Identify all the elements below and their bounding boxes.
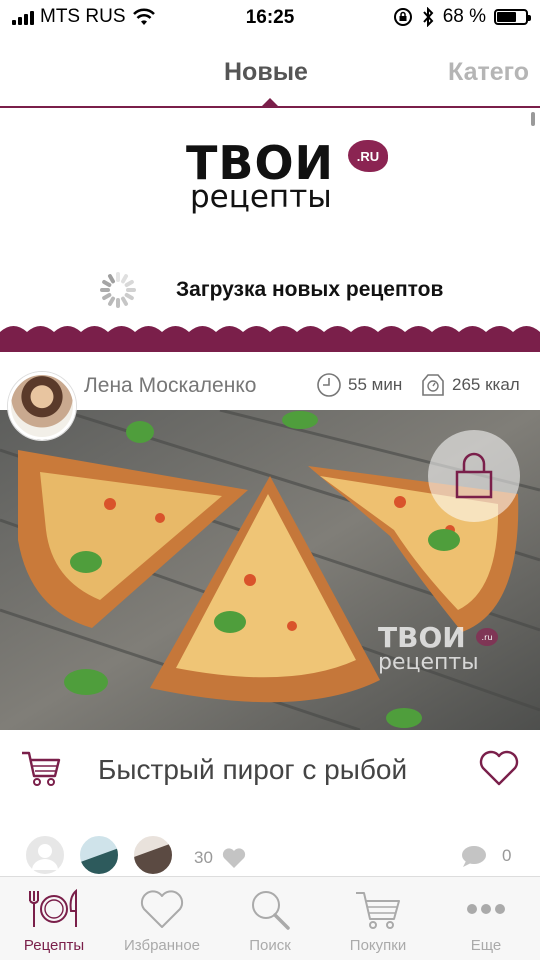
lock-icon (455, 452, 493, 499)
cart-icon (22, 751, 61, 786)
nav-search[interactable]: Поиск (216, 877, 324, 960)
cook-time-value: 55 мин (348, 375, 403, 394)
calories: 265 ккал (420, 372, 520, 398)
user-placeholder-icon (32, 844, 58, 870)
scale-icon (422, 374, 444, 396)
likes-count: 30 (194, 848, 213, 867)
lock-button[interactable] (428, 430, 520, 522)
calories-value: 265 ккал (452, 375, 520, 394)
watermark-badge: .ru (476, 628, 498, 646)
orientation-lock-icon (393, 8, 412, 26)
nav-label: Покупки (349, 937, 407, 954)
like-heart-icon (222, 848, 246, 868)
battery-percent: 68 % (442, 6, 486, 27)
author-name[interactable]: Лена Москаленко (84, 374, 256, 398)
tab-indicator (260, 98, 280, 108)
heart-icon (140, 890, 184, 928)
logo-sub-text: рецепты (190, 179, 332, 215)
loading-text: Загрузка новых рецептов (176, 278, 444, 301)
nav-recipes[interactable]: Рецепты (0, 877, 108, 960)
liker-avatar[interactable] (132, 834, 174, 876)
comments[interactable]: 0 (460, 844, 511, 868)
recipe-title-row: Быстрый пирог с рыбой (0, 730, 540, 814)
tab-new[interactable]: Новые (224, 58, 308, 87)
liker-avatar[interactable] (78, 834, 120, 876)
status-bar: MTS RUS 16:25 68 % (0, 0, 540, 36)
watermark-sub: рецепты (378, 650, 479, 675)
status-right: 68 % (393, 6, 531, 28)
liker-avatar[interactable] (24, 834, 66, 876)
site-logo: ТВОИ рецепты .RU (186, 140, 396, 230)
recipe-author-row: Лена Москаленко 55 мин 265 ккал (0, 352, 540, 440)
bluetooth-icon (422, 7, 434, 27)
social-row: 30 0 (0, 830, 540, 876)
nav-label: Еще (470, 937, 502, 954)
likes[interactable]: 30 (194, 846, 247, 870)
favorite-button[interactable] (478, 748, 520, 793)
loading-indicator: Загрузка новых рецептов (100, 272, 443, 308)
nav-favorites[interactable]: Избранное (108, 877, 216, 960)
nav-label: Рецепты (23, 937, 85, 954)
nav-label: Поиск (249, 937, 291, 954)
wave-divider (0, 326, 540, 352)
nav-label: Избранное (123, 937, 201, 954)
spinner-icon (100, 272, 136, 308)
more-dots-icon (467, 904, 505, 914)
tab-categories[interactable]: Катего (448, 58, 529, 87)
heart-icon (479, 750, 519, 786)
author-avatar[interactable] (8, 372, 76, 440)
watermark-main: ТВОИ (378, 621, 466, 654)
nav-shopping[interactable]: Покупки (324, 877, 432, 960)
battery-icon (494, 9, 531, 25)
recipe-title[interactable]: Быстрый пирог с рыбой (98, 754, 407, 786)
cook-time: 55 мин (316, 372, 402, 398)
bottom-nav: Рецепты Избранное Поиск Покупки Еще (0, 876, 540, 960)
search-icon (252, 891, 290, 930)
comments-count: 0 (502, 846, 512, 865)
clock-icon (317, 373, 341, 397)
recipe-photo[interactable]: ТВОИ рецепты .ru (0, 410, 540, 730)
plate-cutlery-icon (29, 888, 77, 927)
photo-watermark: ТВОИ рецепты .ru (378, 621, 498, 675)
cart-icon (356, 892, 400, 929)
scroll-indicator (531, 112, 535, 126)
nav-more[interactable]: Еще (432, 877, 540, 960)
add-to-cart-button[interactable] (20, 748, 62, 793)
logo-badge: .RU (348, 140, 388, 172)
comment-icon (462, 846, 486, 867)
